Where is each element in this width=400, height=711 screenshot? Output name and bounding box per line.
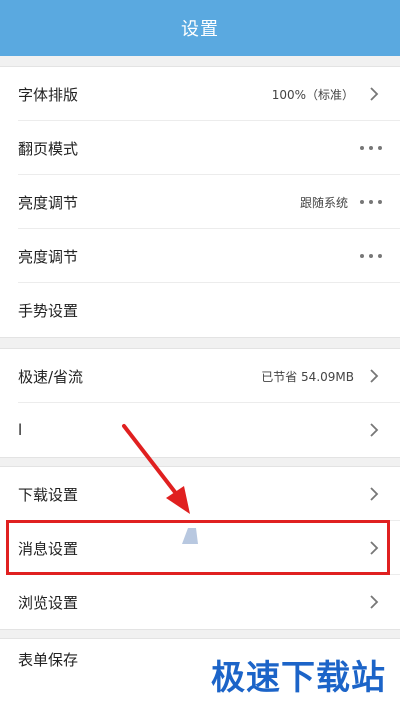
more-dots-icon bbox=[360, 196, 382, 208]
chevron-right-icon bbox=[366, 86, 382, 102]
page-turn-mode-label: 翻页模式 bbox=[18, 139, 79, 158]
brightness-value: 跟随系统 bbox=[299, 195, 348, 210]
settings-group-display: 字体排版 100%（标准） 翻页模式 亮度调节 跟随系统 亮度调节 手势设置 bbox=[0, 66, 400, 338]
more-dots-icon bbox=[360, 142, 382, 154]
message-settings-label: 消息设置 bbox=[18, 539, 79, 558]
chevron-right-icon bbox=[366, 540, 382, 556]
obscured-setting-label: l bbox=[18, 421, 23, 439]
chevron-right-icon bbox=[366, 486, 382, 502]
page-turn-mode-row[interactable]: 翻页模式 bbox=[0, 121, 400, 175]
font-layout-row[interactable]: 字体排版 100%（标准） bbox=[0, 67, 400, 121]
gesture-settings-label: 手势设置 bbox=[18, 301, 79, 320]
brightness-label: 亮度调节 bbox=[18, 193, 79, 212]
brightness-row[interactable]: 亮度调节 跟随系统 bbox=[0, 175, 400, 229]
font-layout-label: 字体排版 bbox=[18, 85, 79, 104]
top-bar: 设置 bbox=[0, 0, 400, 56]
browse-settings-row[interactable]: 浏览设置 bbox=[0, 575, 400, 629]
browse-settings-label: 浏览设置 bbox=[18, 593, 79, 612]
font-layout-value: 100%（标准） bbox=[271, 87, 354, 102]
download-settings-row[interactable]: 下载设置 bbox=[0, 467, 400, 521]
page-title: 设置 bbox=[181, 19, 219, 40]
brightness-label-2: 亮度调节 bbox=[18, 247, 79, 266]
download-settings-label: 下载设置 bbox=[18, 485, 79, 504]
message-settings-row[interactable]: 消息设置 bbox=[0, 521, 400, 575]
settings-group-network: 极速/省流 已节省 54.09MB l bbox=[0, 348, 400, 458]
watermark-logo: 极速下载站 bbox=[211, 658, 386, 698]
settings-group-general: 下载设置 消息设置 浏览设置 bbox=[0, 466, 400, 630]
obscured-setting-row[interactable]: l bbox=[0, 403, 400, 457]
speed-save-row[interactable]: 极速/省流 已节省 54.09MB bbox=[0, 349, 400, 403]
speed-save-value: 已节省 54.09MB bbox=[261, 369, 354, 384]
gesture-settings-row[interactable]: 手势设置 bbox=[0, 283, 400, 337]
more-dots-icon bbox=[360, 250, 382, 262]
chevron-right-icon bbox=[366, 422, 382, 438]
chevron-right-icon bbox=[366, 368, 382, 384]
chevron-right-icon bbox=[366, 594, 382, 610]
speed-save-label: 极速/省流 bbox=[18, 367, 84, 386]
brightness-row-2[interactable]: 亮度调节 bbox=[0, 229, 400, 283]
